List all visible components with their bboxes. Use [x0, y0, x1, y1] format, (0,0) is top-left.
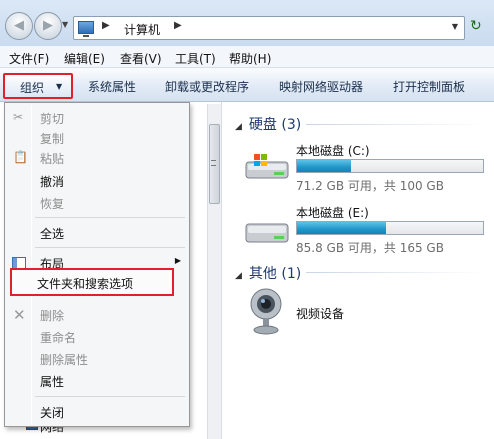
menu-item-remove-properties[interactable]: 删除属性 — [40, 351, 88, 368]
group-header-hard-drives[interactable]: ◢ 硬盘 (3) — [235, 114, 301, 134]
uninstall-program-button[interactable]: 卸载或更改程序 — [165, 78, 249, 95]
menu-item-select-all[interactable]: 全选 — [40, 225, 64, 242]
open-control-panel-button[interactable]: 打开控制面板 — [393, 78, 465, 95]
command-bar: 组织 ▼ 系统属性 卸载或更改程序 映射网络驱动器 打开控制面板 — [0, 68, 494, 102]
organize-label: 组织 — [20, 81, 45, 95]
back-button[interactable]: ◀ — [5, 12, 33, 40]
organize-dropdown-menu: ✂ 剪切 复制 📋 粘贴 撤消 恢复 全选 布局 ▶ 删除 ✕ 重命名 删除属性… — [4, 102, 190, 427]
drive-c-info: 71.2 GB 可用，共 100 GB — [296, 179, 444, 193]
computer-icon — [78, 21, 94, 37]
menu-item-close[interactable]: 关闭 — [40, 404, 64, 421]
scissors-icon: ✂ — [13, 110, 24, 124]
drive-c-name[interactable]: 本地磁盘 (C:) — [296, 142, 370, 159]
menu-separator — [35, 396, 185, 397]
drive-e-name[interactable]: 本地磁盘 (E:) — [296, 204, 369, 221]
forward-button[interactable]: ▶ — [34, 12, 62, 40]
menu-separator — [35, 247, 185, 248]
drive-e-info: 85.8 GB 可用，共 165 GB — [296, 241, 444, 255]
forward-arrow-icon: ▶ — [43, 18, 53, 33]
menu-item-folder-search-options[interactable]: 文件夹和搜索选项 — [37, 275, 133, 292]
drive-c-usage-fill — [297, 160, 351, 172]
menu-view[interactable]: 查看(V) — [120, 50, 162, 67]
drive-e-usage-bar — [296, 221, 484, 235]
hard-drives-title: 硬盘 (3) — [248, 117, 302, 133]
menu-gutter — [31, 105, 32, 424]
address-bar[interactable]: ▶ 计算机 ▶ ▼ — [73, 16, 465, 40]
menu-help[interactable]: 帮助(H) — [229, 50, 271, 67]
menu-bar: 文件(F) 编辑(E) 查看(V) 工具(T) 帮助(H) — [0, 46, 494, 68]
menu-item-properties[interactable]: 属性 — [40, 373, 64, 390]
folder-search-options-highlight[interactable]: 文件夹和搜索选项 — [10, 268, 174, 296]
refresh-icon[interactable]: ↻ — [470, 18, 482, 34]
menu-item-delete[interactable]: 删除 — [40, 307, 64, 324]
menu-separator — [35, 217, 185, 218]
menu-tools[interactable]: 工具(T) — [175, 50, 216, 67]
menu-item-paste[interactable]: 粘贴 — [40, 150, 64, 167]
menu-edit[interactable]: 编辑(E) — [64, 50, 105, 67]
breadcrumb-chevron-icon[interactable]: ▶ — [174, 20, 182, 31]
hard-drive-icon[interactable] — [244, 216, 290, 246]
collapse-triangle-icon[interactable]: ◢ — [235, 122, 242, 132]
hard-drive-system-icon[interactable] — [244, 152, 290, 182]
menu-item-copy[interactable]: 复制 — [40, 130, 64, 147]
scrollbar-grip-icon — [211, 160, 216, 166]
webcam-icon[interactable] — [246, 286, 286, 336]
menu-item-redo[interactable]: 恢复 — [40, 195, 64, 212]
menu-item-rename[interactable]: 重命名 — [40, 329, 76, 346]
submenu-arrow-icon: ▶ — [174, 256, 181, 265]
breadcrumb-computer[interactable]: 计算机 — [124, 21, 160, 38]
address-row: ◀ ▶ ▼ ▶ 计算机 ▶ ▼ ↻ — [0, 0, 494, 46]
collapse-triangle-icon[interactable]: ◢ — [235, 271, 242, 281]
menu-item-undo[interactable]: 撤消 — [40, 173, 64, 190]
recent-pages-dropdown-icon[interactable]: ▼ — [62, 20, 68, 29]
chevron-down-icon: ▼ — [56, 82, 63, 91]
menu-item-cut[interactable]: 剪切 — [40, 110, 64, 127]
group-divider — [306, 272, 486, 273]
organize-button[interactable]: 组织 ▼ — [3, 73, 73, 99]
drive-c-usage-bar — [296, 159, 484, 173]
system-properties-button[interactable]: 系统属性 — [88, 78, 136, 95]
breadcrumb-chevron-icon[interactable]: ▶ — [102, 20, 110, 31]
navigation-scrollbar[interactable] — [207, 104, 221, 439]
video-device-name[interactable]: 视频设备 — [296, 305, 344, 322]
menu-file[interactable]: 文件(F) — [9, 50, 49, 67]
address-history-dropdown-icon[interactable]: ▼ — [452, 22, 458, 31]
delete-x-icon: ✕ — [13, 306, 26, 324]
drive-e-usage-fill — [297, 222, 387, 234]
other-title: 其他 (1) — [248, 266, 302, 282]
group-header-other[interactable]: ◢ 其他 (1) — [235, 263, 301, 283]
map-network-drive-button[interactable]: 映射网络驱动器 — [279, 78, 363, 95]
back-arrow-icon: ◀ — [14, 18, 24, 33]
group-divider — [306, 124, 486, 125]
clipboard-icon: 📋 — [13, 150, 28, 164]
